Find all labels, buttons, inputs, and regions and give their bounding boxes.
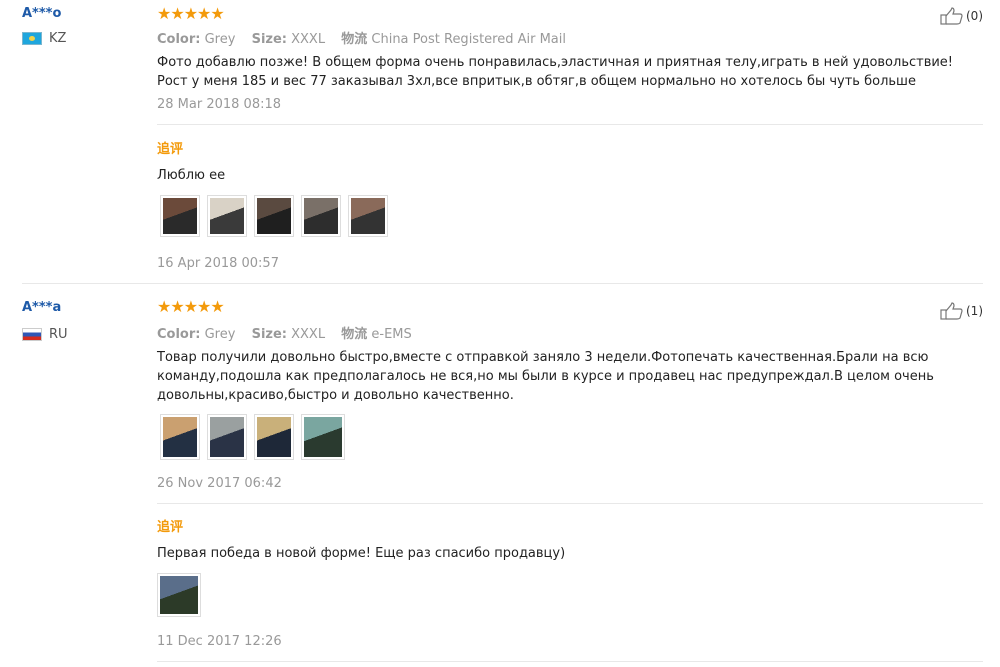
flag-kz-icon — [22, 32, 42, 45]
review-photo-thumbnail[interactable] — [207, 195, 247, 237]
review-text: Товар получили довольно быстро,вместе с … — [157, 350, 934, 403]
country-code: RU — [49, 327, 68, 342]
size-label: Size: — [251, 327, 287, 342]
review-photo-thumbnail[interactable] — [254, 195, 294, 237]
divider — [157, 661, 983, 662]
country-code: KZ — [49, 31, 67, 46]
followup-text: Первая победа в новой форме! Еще раз спа… — [157, 546, 566, 561]
followup-text: Люблю ее — [157, 168, 226, 183]
review-text: Фото добавлю позже! В общем форма очень … — [157, 55, 954, 89]
review-item: A***a RU ★★★★★ (1) Color: Grey Size: XXX… — [0, 290, 1000, 667]
size-value: XXXL — [291, 32, 326, 47]
followup-photos — [157, 573, 201, 617]
reviewer-name[interactable]: A***o — [22, 6, 61, 21]
review-photo-thumbnail[interactable] — [254, 414, 294, 460]
review-photo-thumbnail[interactable] — [207, 414, 247, 460]
divider — [157, 503, 983, 504]
review-date: 26 Nov 2017 06:42 — [157, 476, 282, 491]
review-date: 28 Mar 2018 08:18 — [157, 97, 282, 112]
flag-ru-icon — [22, 328, 42, 341]
shipping-label: 物流 — [341, 327, 368, 342]
followup-tag: 追评 — [157, 142, 184, 157]
size-label: Size: — [251, 32, 287, 47]
helpful-count: (1) — [966, 304, 983, 318]
shipping-value: e-EMS — [371, 327, 412, 342]
color-value: Grey — [204, 327, 236, 342]
review-photo-thumbnail[interactable] — [160, 195, 200, 237]
review-photo-thumbnail[interactable] — [348, 195, 388, 237]
followup-photos — [160, 195, 388, 237]
order-info: Color: Grey Size: XXXL 物流 e-EMS — [157, 323, 412, 342]
reviewer-country: KZ — [22, 31, 66, 46]
helpful-button[interactable]: (1) — [940, 302, 983, 320]
review-photos — [160, 414, 345, 460]
reviewer-country: RU — [22, 327, 68, 342]
helpful-button[interactable]: (0) — [940, 7, 983, 25]
thumbs-up-icon — [940, 302, 963, 320]
reviewer-name[interactable]: A***a — [22, 300, 61, 315]
review-photo-thumbnail[interactable] — [160, 414, 200, 460]
helpful-count: (0) — [966, 9, 983, 23]
review-photo-thumbnail[interactable] — [157, 573, 201, 617]
review-item: A***o KZ ★★★★★ (0) Color: Grey Size: XXX… — [0, 0, 1000, 283]
color-label: Color: — [157, 32, 201, 47]
followup-date: 11 Dec 2017 12:26 — [157, 634, 282, 649]
star-rating: ★★★★★ — [157, 4, 225, 23]
color-label: Color: — [157, 327, 201, 342]
review-photo-thumbnail[interactable] — [301, 195, 341, 237]
color-value: Grey — [204, 32, 236, 47]
review-divider — [22, 283, 983, 284]
size-value: XXXL — [291, 327, 326, 342]
divider — [157, 124, 983, 125]
shipping-value: China Post Registered Air Mail — [371, 32, 566, 47]
followup-date: 16 Apr 2018 00:57 — [157, 256, 279, 271]
thumbs-up-icon — [940, 7, 963, 25]
order-info: Color: Grey Size: XXXL 物流 China Post Reg… — [157, 28, 566, 47]
followup-tag: 追评 — [157, 520, 184, 535]
shipping-label: 物流 — [341, 32, 368, 47]
star-rating: ★★★★★ — [157, 297, 225, 316]
review-photo-thumbnail[interactable] — [301, 414, 345, 460]
